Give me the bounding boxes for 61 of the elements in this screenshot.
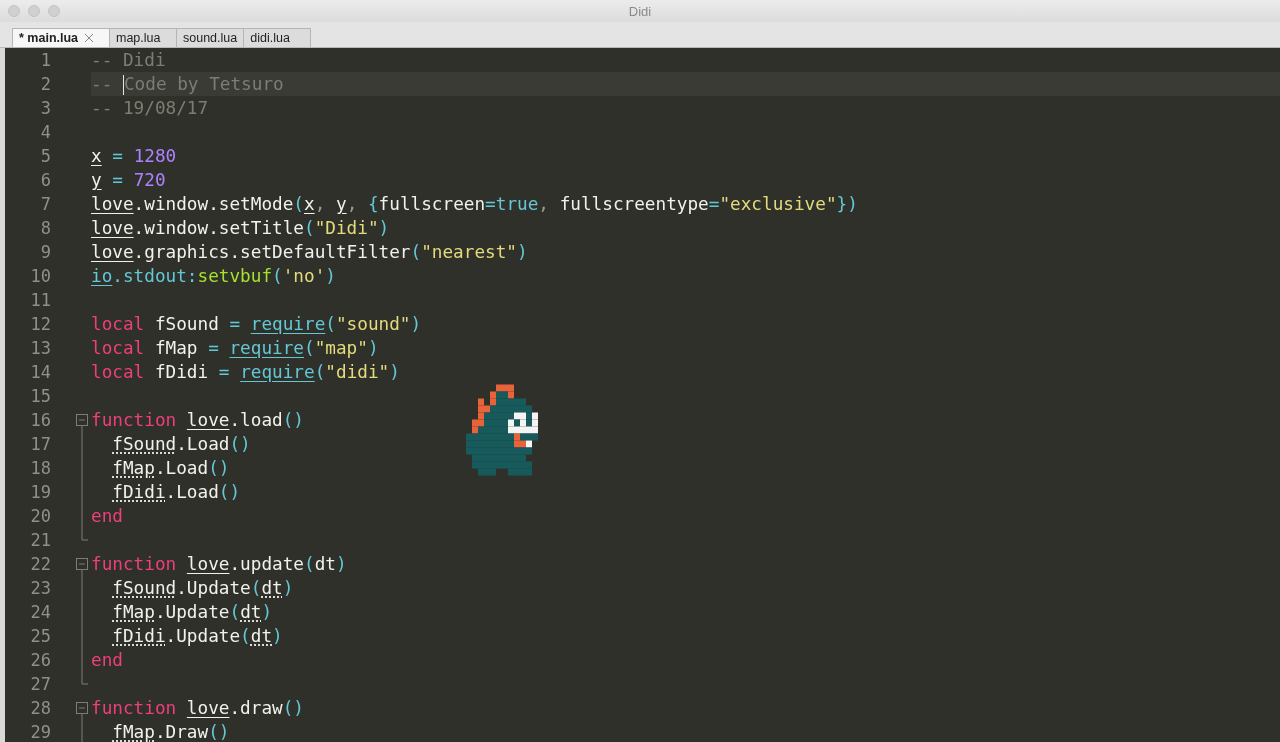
line-number: 3 — [39, 98, 51, 118]
line-number: 9 — [39, 242, 51, 262]
line-number: 26 — [29, 650, 51, 670]
file-tab[interactable]: sound.lua — [176, 28, 245, 47]
line-number: 11 — [29, 290, 51, 310]
line-number: 1 — [39, 50, 51, 70]
code-line: fSound.Load() — [111, 433, 252, 456]
code-line: io.stdout:setvbuf('no') — [91, 265, 337, 288]
code-line: -- Didi — [91, 49, 167, 72]
line-number: 18 — [29, 458, 51, 478]
file-tab[interactable]: didi.lua — [243, 28, 312, 47]
line-number: 17 — [29, 434, 51, 454]
code-line: fDidi.Update(dt) — [111, 625, 284, 648]
line-number: 29 — [29, 722, 51, 742]
code-line: function love.update(dt) — [91, 553, 348, 576]
fold-toggle-icon[interactable] — [76, 558, 88, 576]
code-line: function love.load() — [91, 409, 305, 432]
fold-toggle-icon[interactable] — [76, 414, 88, 432]
code-line: fDidi.Load() — [111, 481, 242, 504]
code-line: fSound.Update(dt) — [111, 577, 295, 600]
line-number: 15 — [29, 386, 51, 406]
window-title: Didi — [628, 3, 652, 19]
code-line: local fDidi = require("didi") — [91, 361, 401, 384]
code-line: x = 1280 — [91, 145, 178, 168]
line-number: 27 — [29, 674, 51, 694]
code-line: love.window.setTitle("Didi") — [91, 217, 391, 240]
line-number: 10 — [29, 266, 51, 286]
fold-toggle-icon[interactable] — [76, 702, 88, 720]
line-number: 16 — [29, 410, 51, 430]
file-tab[interactable]: * main.lua — [12, 28, 110, 47]
line-number: 6 — [39, 170, 51, 190]
line-number: 13 — [29, 338, 51, 358]
code-line: fMap.Load() — [111, 457, 231, 480]
code-line: local fMap = require("map") — [91, 337, 380, 360]
file-tab[interactable]: map.lua — [109, 28, 177, 47]
code-line: local fSound = require("sound") — [91, 313, 423, 336]
line-number: 19 — [29, 482, 51, 502]
line-number: 4 — [39, 122, 51, 142]
line-number: 12 — [29, 314, 51, 334]
code-line: fMap.Draw() — [111, 721, 231, 742]
code-line: fMap.Update(dt) — [111, 601, 274, 624]
line-number: 14 — [29, 362, 51, 382]
close-icon[interactable] — [84, 33, 95, 43]
line-number: 21 — [29, 530, 51, 550]
line-number: 20 — [29, 506, 51, 526]
code-line: end — [91, 649, 124, 672]
code-line: -- 19/08/17 — [91, 97, 210, 120]
line-number: 8 — [39, 218, 51, 238]
line-number: 2 — [39, 74, 51, 94]
line-number: 22 — [29, 554, 51, 574]
code-line: love.window.setMode(x, y, {fullscreen=true, fullscreentype="exclusive"}) — [91, 193, 859, 216]
line-number: 23 — [29, 578, 51, 598]
line-number: 25 — [29, 626, 51, 646]
line-number: 28 — [29, 698, 51, 718]
line-number: 24 — [29, 602, 51, 622]
code-line: love.graphics.setDefaultFilter("nearest") — [91, 241, 529, 264]
code-line: end — [91, 505, 124, 528]
line-number: 7 — [39, 194, 51, 214]
line-number: 5 — [39, 146, 51, 166]
code-line: function love.draw() — [91, 697, 305, 720]
code-line: y = 720 — [91, 169, 167, 192]
